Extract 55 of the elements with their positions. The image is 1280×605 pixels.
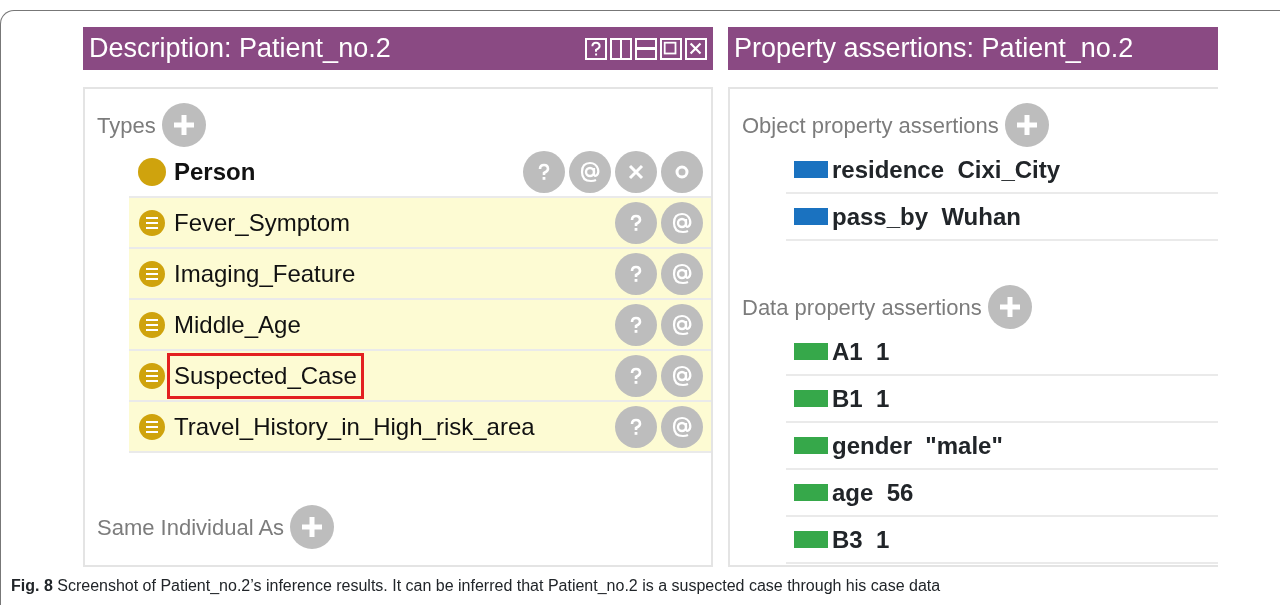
help-button[interactable] bbox=[615, 252, 657, 295]
annotate-button[interactable] bbox=[661, 201, 703, 244]
property-assertion: B1 1 bbox=[832, 383, 890, 414]
add-button[interactable] bbox=[1004, 103, 1049, 147]
annotate-button[interactable] bbox=[661, 354, 703, 397]
at-sign-icon bbox=[671, 313, 693, 336]
help-button[interactable] bbox=[615, 303, 657, 346]
inferred-class-icon bbox=[137, 258, 167, 289]
edit-button[interactable] bbox=[661, 150, 703, 193]
inferred-class-icon bbox=[137, 309, 167, 340]
annotate-button[interactable] bbox=[661, 303, 703, 346]
maximize-icon[interactable] bbox=[660, 37, 682, 60]
property-assertion: A1 1 bbox=[832, 336, 890, 367]
annotate-button[interactable] bbox=[569, 150, 611, 193]
help-icon[interactable] bbox=[585, 37, 607, 60]
type-name: Fever_Symptom bbox=[173, 207, 352, 238]
inferred-class-icon bbox=[137, 360, 167, 391]
delete-button[interactable] bbox=[615, 150, 657, 193]
property-assertion: gender "male" bbox=[832, 430, 1003, 461]
inferred-class-icon bbox=[137, 411, 167, 442]
type-name: Imaging_Feature bbox=[173, 258, 357, 289]
section-label: Same Individual As bbox=[97, 513, 285, 542]
at-sign-icon bbox=[579, 160, 601, 183]
at-sign-icon bbox=[671, 415, 693, 438]
add-button[interactable] bbox=[987, 285, 1032, 329]
class-icon bbox=[137, 156, 167, 187]
annotate-button[interactable] bbox=[661, 252, 703, 295]
section-label: Types bbox=[97, 111, 156, 140]
property-assertion: pass_by Wuhan bbox=[832, 201, 1021, 232]
add-button[interactable] bbox=[161, 103, 206, 147]
property-assertion: residence Cixi_City bbox=[832, 154, 1061, 185]
help-button[interactable] bbox=[615, 405, 657, 448]
split-horizontal-icon[interactable] bbox=[635, 37, 657, 60]
type-name: Travel_History_in_High_risk_area bbox=[173, 411, 536, 442]
help-button[interactable] bbox=[615, 201, 657, 244]
at-sign-icon bbox=[671, 262, 693, 285]
type-name: Suspected_Case bbox=[167, 352, 364, 399]
figure-caption: Fig. 8 Screenshot of Patient_no.2’s inference results. It can be inferred that Patient_no.2 is a suspected case through his case data bbox=[11, 576, 941, 596]
type-name: Person bbox=[173, 156, 257, 187]
at-sign-icon bbox=[671, 211, 693, 234]
section-label: Object property assertions bbox=[742, 111, 999, 140]
type-name: Middle_Age bbox=[173, 309, 302, 340]
help-button[interactable] bbox=[615, 354, 657, 397]
help-button[interactable] bbox=[523, 150, 565, 193]
add-button[interactable] bbox=[290, 505, 335, 549]
inferred-class-icon bbox=[137, 207, 167, 238]
at-sign-icon bbox=[671, 364, 693, 387]
section-label: Data property assertions bbox=[742, 293, 982, 322]
panel-title: Property assertions: Patient_no.2 bbox=[734, 32, 1135, 66]
panel-title: Description: Patient_no.2 bbox=[89, 32, 392, 66]
annotate-button[interactable] bbox=[661, 405, 703, 448]
close-icon[interactable] bbox=[685, 37, 707, 60]
split-vertical-icon[interactable] bbox=[610, 37, 632, 60]
property-assertion: age 56 bbox=[832, 477, 914, 508]
property-assertion: B3 1 bbox=[832, 524, 890, 555]
